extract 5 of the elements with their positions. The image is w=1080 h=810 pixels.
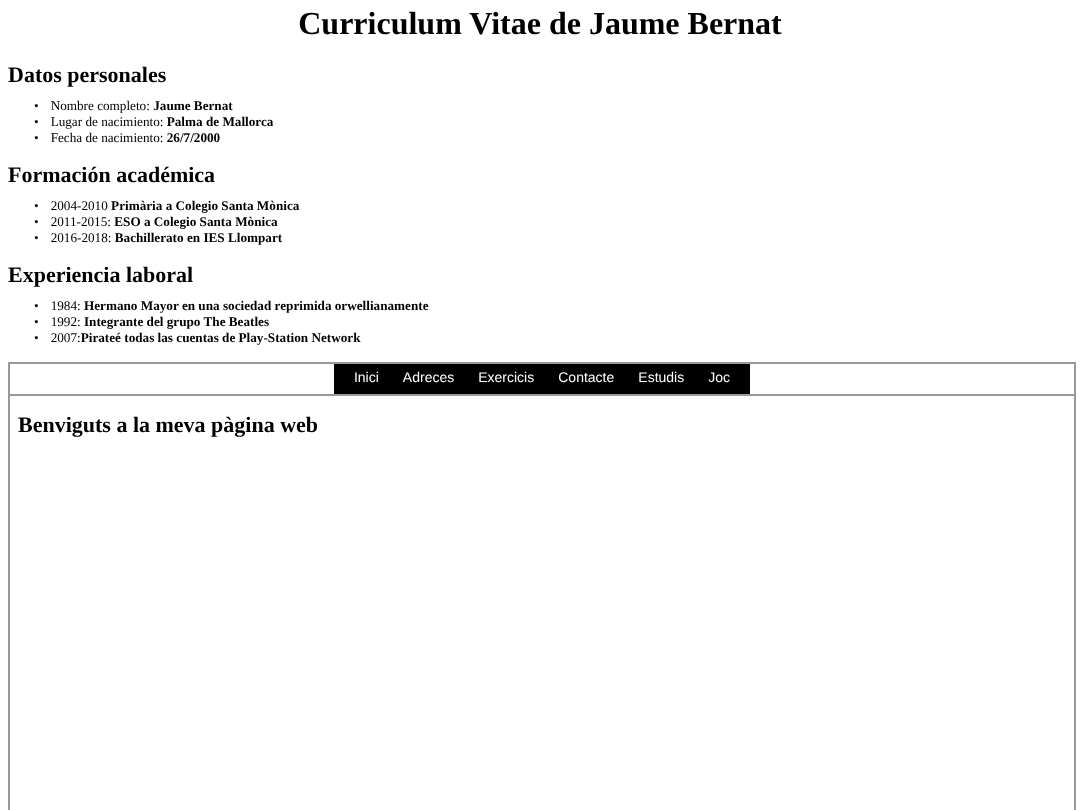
- welcome-heading: Benviguts a la meva pàgina web: [18, 414, 321, 438]
- page-title: Curriculum Vitae de Jaume Bernat: [296, 8, 784, 44]
- section-heading: Experiencia laboral: [8, 264, 196, 288]
- section-heading: Formación académica: [8, 164, 218, 188]
- section-heading: Datos personales: [8, 64, 169, 88]
